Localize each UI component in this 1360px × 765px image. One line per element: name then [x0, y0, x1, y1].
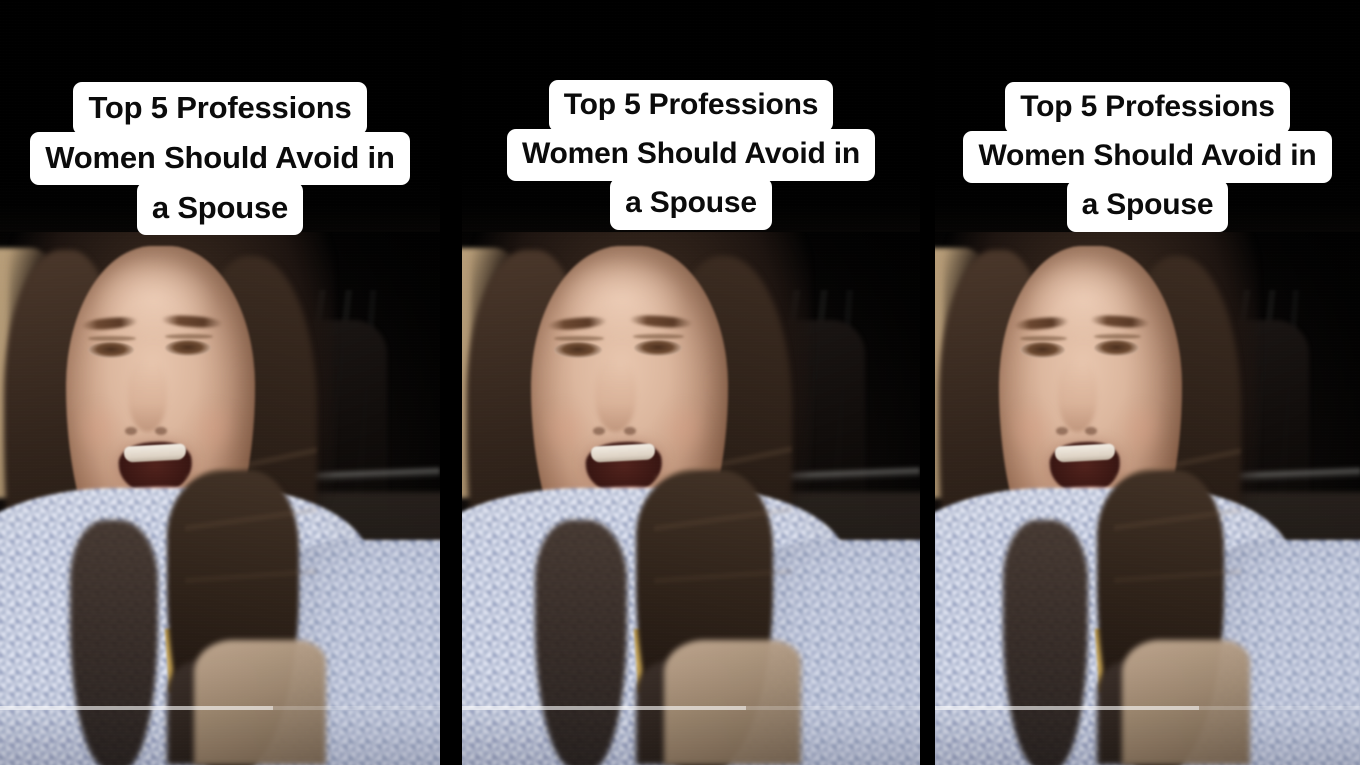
panel-divider-2 — [920, 0, 935, 765]
forehead-highlight — [92, 256, 216, 342]
teeth — [1054, 443, 1115, 463]
eye-right — [1094, 340, 1139, 356]
eyelid-left — [1020, 336, 1067, 341]
foreground-arm — [663, 640, 801, 765]
eyelid-right — [164, 334, 213, 339]
teeth — [590, 443, 656, 463]
foreground-arm — [1122, 640, 1250, 765]
video-scene — [462, 0, 920, 765]
cheek-left — [1007, 400, 1054, 456]
panel-divider-1 — [440, 0, 462, 765]
nostril-left — [592, 427, 605, 435]
video-panel-2[interactable]: Top 5 Professions Women Should Avoid in … — [462, 0, 920, 765]
video-panel-1[interactable]: Top 5 Professions Women Should Avoid in … — [0, 0, 440, 765]
nostril-right — [623, 427, 636, 435]
hair-front-left — [535, 520, 627, 765]
video-frame: Top 5 Professions Women Should Avoid in … — [935, 0, 1360, 765]
letterbox-top — [462, 0, 920, 232]
forehead-highlight — [558, 256, 687, 342]
video-panel-3[interactable]: Top 5 Professions Women Should Avoid in … — [935, 0, 1360, 765]
eyelid-left — [553, 336, 604, 341]
video-scene — [935, 0, 1360, 765]
nose — [127, 360, 168, 432]
eyelid-right — [1093, 334, 1141, 339]
screenshot-stage: Top 5 Professions Women Should Avoid in … — [0, 0, 1360, 765]
letterbox-top — [0, 0, 440, 232]
video-scene — [0, 0, 440, 765]
video-frame: Top 5 Professions Women Should Avoid in … — [462, 0, 920, 765]
cheek-left — [74, 400, 124, 456]
eye-left — [88, 342, 135, 358]
forehead-highlight — [1024, 256, 1144, 342]
hair-front-left — [70, 520, 159, 765]
eye-right — [633, 340, 682, 356]
foreground-arm — [193, 640, 326, 765]
eye-left — [1020, 342, 1065, 358]
nostril-right — [1085, 427, 1098, 435]
letterbox-top — [935, 0, 1360, 232]
teeth — [123, 443, 187, 463]
eye-left — [553, 342, 602, 358]
video-frame: Top 5 Professions Women Should Avoid in … — [0, 0, 440, 765]
cheek-left — [539, 400, 591, 456]
hair-front-left — [1003, 520, 1088, 765]
nose — [594, 360, 637, 432]
eye-right — [165, 340, 212, 356]
eyelid-left — [88, 336, 137, 341]
nose — [1058, 360, 1097, 432]
eyelid-right — [633, 334, 684, 339]
